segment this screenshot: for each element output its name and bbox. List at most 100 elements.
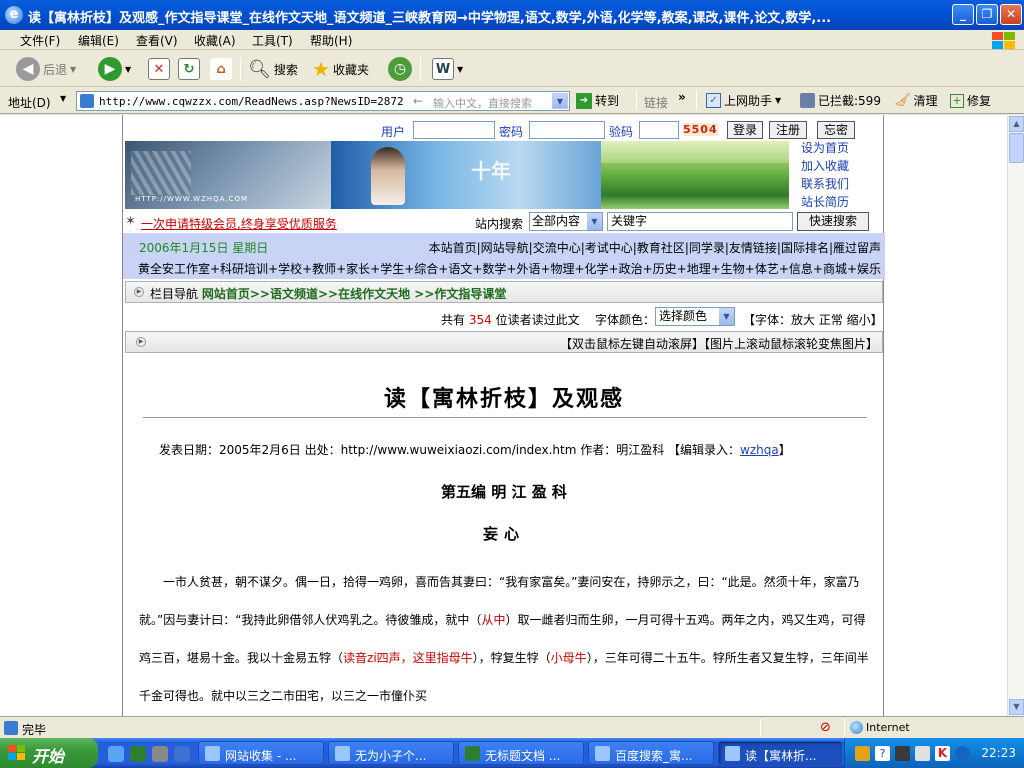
font-color-select[interactable]: 选择颜色 ▼ bbox=[655, 307, 735, 326]
category-nav-links[interactable]: 黄全安工作室+科研培训+学校+教师+家长+学生+综合+语文+数学+外语+物理+化… bbox=[138, 260, 881, 277]
title-bar: e 读【寓林折枝】及观感_作文指导课堂_在线作文天地_语文频道_三峡教育网→中学… bbox=[0, 0, 1024, 30]
scroll-hint: 【双击鼠标左键自动滚屏】【图片上滚动鼠标滚轮变焦图片】 bbox=[559, 337, 878, 351]
vertical-scrollbar[interactable]: ▲ ▼ bbox=[1007, 115, 1024, 716]
forward-arrow-icon: ▶ bbox=[98, 57, 122, 81]
set-homepage-link[interactable]: 设为首页 bbox=[801, 139, 883, 157]
minimize-button[interactable]: _ bbox=[952, 4, 974, 25]
webmaster-bio-link[interactable]: 站长简历 bbox=[801, 193, 883, 211]
font-size-controls[interactable]: 【字体：放大 正常 缩小】 bbox=[743, 311, 883, 328]
word-button[interactable]: W ▼ bbox=[432, 55, 463, 83]
quicklaunch-app-icon[interactable] bbox=[152, 746, 168, 762]
username-input[interactable] bbox=[413, 121, 495, 139]
taskbar-item[interactable]: 网站收集 - ... bbox=[198, 741, 324, 765]
forgot-password-button[interactable]: 忘密 bbox=[817, 121, 855, 139]
clock: 22:23 bbox=[981, 746, 1016, 760]
taskbar: 开始 网站收集 - ... 无为小子个... 无标题文档 ... 百度搜索_寓.… bbox=[0, 738, 1024, 768]
tray-monitor-icon[interactable] bbox=[895, 746, 910, 761]
volume-icon[interactable] bbox=[955, 746, 970, 761]
quicklaunch-media-icon[interactable] bbox=[130, 746, 146, 762]
page-done-icon bbox=[4, 721, 18, 735]
menu-file[interactable]: 文件(F) bbox=[20, 32, 60, 49]
menu-favorites[interactable]: 收藏(A) bbox=[194, 32, 236, 49]
scroll-down-icon[interactable]: ▼ bbox=[1009, 699, 1024, 715]
chapter-heading: 第五编 明 江 盈 科 bbox=[441, 483, 567, 501]
play-icon: ▶ bbox=[134, 287, 144, 297]
helper-dropdown-icon: ▼ bbox=[775, 96, 782, 105]
menu-help[interactable]: 帮助(H) bbox=[310, 32, 352, 49]
add-favorite-link[interactable]: 加入收藏 bbox=[801, 157, 883, 175]
search-button[interactable]: 🔍︎ 搜索 bbox=[248, 55, 298, 83]
tray-network-icon[interactable] bbox=[915, 746, 930, 761]
forward-button[interactable]: ▶ ▼ bbox=[98, 55, 131, 83]
breadcrumb-home[interactable]: 网站首页 bbox=[202, 287, 250, 301]
repair-button[interactable]: + 修复 bbox=[950, 92, 991, 109]
login-row: 用户 密码 验码 5504 登录 注册 忘密 bbox=[123, 119, 885, 141]
privacy-icon[interactable]: ⊘ bbox=[820, 720, 831, 735]
breadcrumb-guide[interactable]: 作文指导课堂 bbox=[434, 287, 506, 301]
system-tray: ? K 22:23 bbox=[844, 738, 1024, 768]
editor-link[interactable]: wzhqa bbox=[740, 443, 779, 457]
breadcrumb-writing[interactable]: 在线作文天地 bbox=[338, 287, 410, 301]
breadcrumb: ▶ 栏目导航 网站首页>>语文频道>>在线作文天地 >>作文指导课堂 bbox=[125, 281, 883, 303]
windows-flag-icon bbox=[8, 745, 26, 761]
taskbar-item[interactable]: 百度搜索_寓... bbox=[588, 741, 714, 765]
home-button[interactable]: ⌂ bbox=[210, 55, 232, 83]
vip-promo-link[interactable]: 一次申请特级会员,终身享受优质服务 bbox=[141, 215, 337, 232]
popup-blocked-indicator[interactable]: 已拦截:599 bbox=[800, 92, 881, 109]
links-button[interactable]: 链接 bbox=[644, 94, 668, 111]
address-label: 地址(D) bbox=[8, 96, 51, 110]
maximize-button[interactable]: ❐ bbox=[976, 4, 998, 25]
history-button[interactable]: ◷ bbox=[388, 55, 412, 83]
taskbar-item[interactable]: 无标题文档 ... bbox=[458, 741, 584, 765]
password-label: 密码 bbox=[499, 125, 524, 139]
back-button[interactable]: ◀ 后退 ▼ bbox=[16, 55, 76, 83]
password-input[interactable] bbox=[529, 121, 605, 139]
main-nav-links[interactable]: 本站首页|网站导航|交流中心|考试中心|教育社区|同学录|友情链接|国际排名|雁… bbox=[429, 239, 881, 256]
ie-window-icon bbox=[335, 746, 350, 761]
captcha-image: 5504 bbox=[683, 123, 718, 136]
taskbar-item[interactable]: 无为小子个... bbox=[328, 741, 454, 765]
page-icon bbox=[80, 94, 94, 108]
search-scope-select[interactable]: 全部内容 ▼ bbox=[529, 212, 603, 231]
address-dropdown-icon[interactable]: ▼ bbox=[552, 93, 568, 109]
help-icon[interactable]: ? bbox=[875, 746, 890, 761]
clean-button[interactable]: 🧹︎ 清理 bbox=[894, 92, 938, 109]
windows-logo-icon bbox=[990, 31, 1016, 49]
close-button[interactable]: ✕ bbox=[1000, 4, 1022, 25]
scroll-thumb[interactable] bbox=[1009, 133, 1024, 163]
site-banner: HTTP://WWW.WZHQA.COM 十年 bbox=[125, 141, 789, 209]
forward-dropdown-icon: ▼ bbox=[125, 64, 132, 74]
taskbar-item-active[interactable]: 读【寓林折... bbox=[718, 741, 842, 765]
helper-button[interactable]: ✓ 上网助手 ▼ bbox=[706, 92, 781, 109]
menu-tools[interactable]: 工具(T) bbox=[252, 32, 293, 49]
contact-link[interactable]: 联系我们 bbox=[801, 175, 883, 193]
login-button[interactable]: 登录 bbox=[727, 121, 763, 139]
address-input[interactable]: http://www.cqwzzx.com/ReadNews.asp?NewsI… bbox=[76, 91, 570, 111]
scroll-up-icon[interactable]: ▲ bbox=[1009, 116, 1024, 132]
dreamweaver-icon bbox=[465, 746, 480, 761]
go-button[interactable]: ➜ 转到 bbox=[576, 92, 619, 109]
repair-icon: + bbox=[950, 93, 964, 108]
links-chevron-icon[interactable]: » bbox=[678, 90, 686, 104]
refresh-button[interactable]: ↻ bbox=[178, 55, 200, 83]
internet-zone-icon bbox=[850, 721, 863, 734]
menu-edit[interactable]: 编辑(E) bbox=[78, 32, 119, 49]
breadcrumb-chinese[interactable]: 语文频道 bbox=[270, 287, 318, 301]
menu-view[interactable]: 查看(V) bbox=[136, 32, 178, 49]
tray-app-icon[interactable] bbox=[855, 746, 870, 761]
title-divider bbox=[143, 417, 867, 418]
captcha-input[interactable] bbox=[639, 121, 679, 139]
antivirus-icon[interactable]: K bbox=[935, 746, 950, 761]
refresh-icon: ↻ bbox=[178, 58, 200, 80]
keyword-input[interactable]: 关键字 bbox=[607, 212, 793, 231]
start-button[interactable]: 开始 bbox=[0, 738, 98, 768]
favorites-button[interactable]: ★ 收藏夹 bbox=[312, 55, 369, 83]
quicklaunch-ie-icon[interactable] bbox=[108, 746, 124, 762]
register-button[interactable]: 注册 bbox=[769, 121, 807, 139]
address-label-dropdown-icon[interactable]: ▼ bbox=[60, 94, 66, 103]
banner-landscape-image bbox=[601, 141, 789, 209]
quicklaunch-desktop-icon[interactable] bbox=[174, 746, 190, 762]
quick-search-button[interactable]: 快速搜索 bbox=[797, 212, 869, 231]
stop-button[interactable]: ✕ bbox=[148, 55, 170, 83]
ie-window-icon bbox=[725, 746, 740, 761]
